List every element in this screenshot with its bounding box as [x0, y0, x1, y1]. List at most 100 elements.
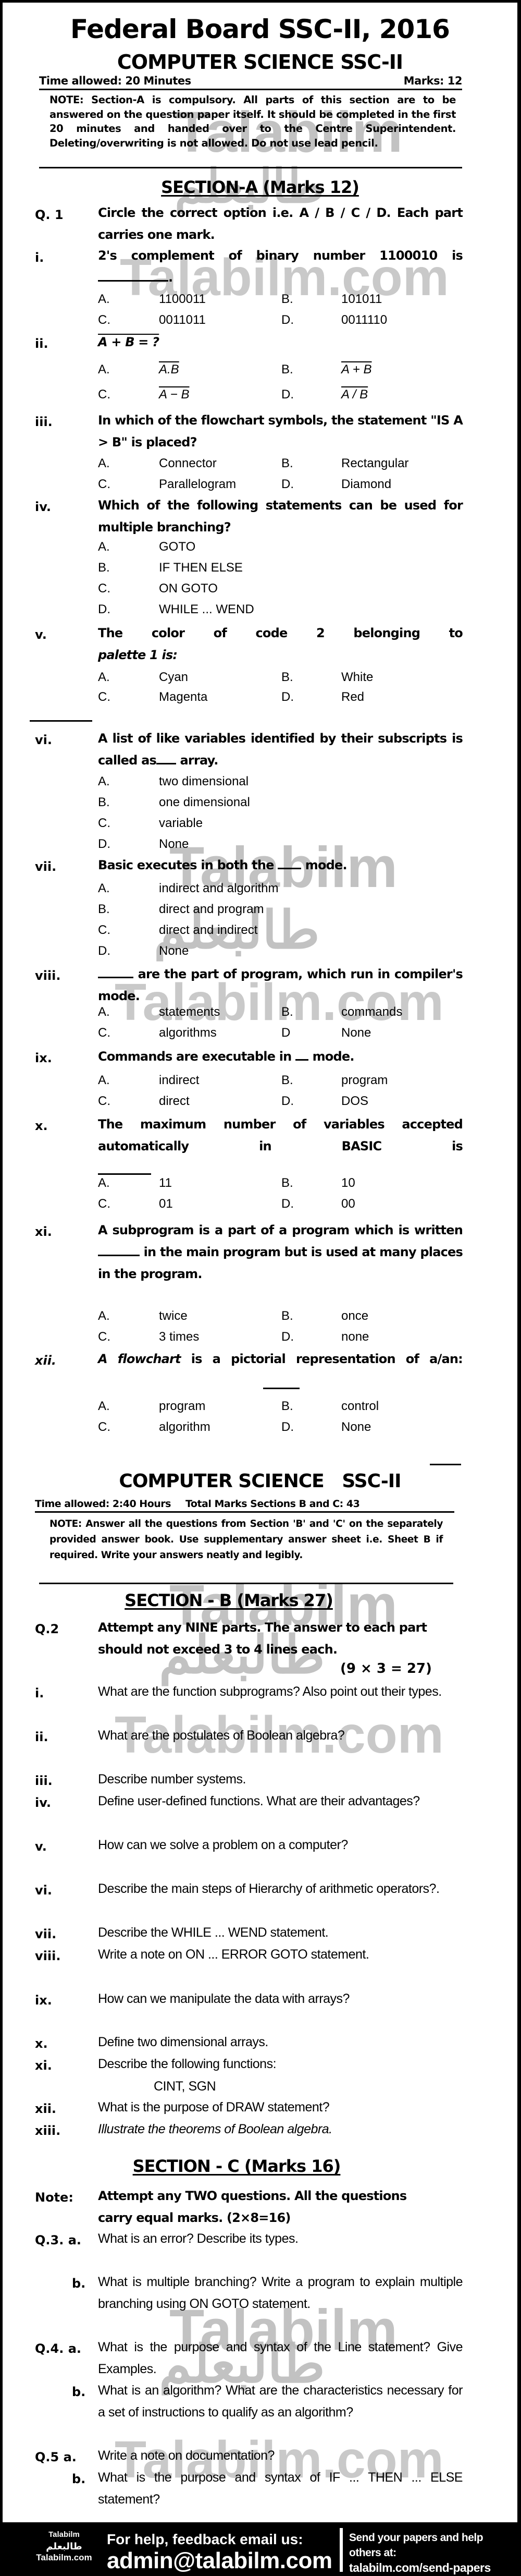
- option-text: 0011011: [159, 313, 206, 327]
- q2-marks: (9 × 3 = 27): [340, 1661, 432, 1676]
- q1-instruction: Circle the correct option i.e. A / B / C…: [98, 205, 463, 242]
- option-letter: B.: [281, 1005, 293, 1019]
- question-number: vi.: [35, 1883, 52, 1898]
- question-text: How can we solve a problem on a computer…: [98, 1838, 348, 1852]
- question-number: viii.: [35, 968, 61, 983]
- answer-blank: [263, 1388, 300, 1389]
- option-letter: D.: [281, 1094, 294, 1108]
- option-text: Rectangular: [341, 456, 409, 470]
- option-letter: B.: [98, 561, 110, 575]
- option-text: A / B: [341, 387, 368, 402]
- option-text: IF THEN ELSE: [159, 561, 243, 575]
- question-number: xiii.: [35, 2123, 61, 2138]
- option-text: None: [341, 1420, 371, 1434]
- question-number: i.: [35, 1686, 44, 1700]
- option-text: indirect: [159, 1073, 200, 1087]
- option-letter: C.: [98, 387, 110, 402]
- option-letter: D.: [281, 1420, 294, 1434]
- option-letter: A.: [98, 1176, 110, 1190]
- option-text: None: [341, 1026, 371, 1040]
- option-text: two dimensional: [159, 774, 249, 788]
- option-letter: D.: [98, 944, 110, 958]
- time-allowed: Time allowed: 20 Minutes: [39, 75, 191, 87]
- option-text: program: [159, 1399, 206, 1413]
- footer-divider: [340, 2528, 343, 2572]
- question-number: Q.4. a.: [35, 2341, 82, 2356]
- option-letter: C.: [98, 1197, 110, 1211]
- question-number: x.: [35, 2036, 48, 2051]
- option-letter: D.: [98, 602, 110, 616]
- question-text: Describe the WHILE ... WEND statement.: [98, 1925, 329, 1940]
- question-number: Q.5 a.: [35, 2450, 77, 2464]
- option-letter: C.: [98, 1026, 110, 1040]
- time-allowed: Time allowed: 2:40 Hours: [35, 1498, 171, 1510]
- option-letter: C.: [98, 477, 110, 491]
- option-letter: C.: [98, 816, 110, 830]
- question-text: In which of the flowchart symbols, the s…: [98, 413, 463, 449]
- divider: [39, 167, 462, 168]
- option-text: A + B: [341, 362, 372, 376]
- option-letter: A.: [98, 774, 110, 788]
- option-letter: B.: [98, 795, 110, 809]
- option-text: once: [341, 1309, 369, 1323]
- question-text: What is an algorithm? What are the chara…: [98, 2383, 463, 2420]
- option-letter: A.: [98, 881, 110, 895]
- time-marks-bar: Time allowed: 2:40 Hours Total Marks Sec…: [35, 1498, 454, 1513]
- question-text: Describe the following functions:: [98, 2057, 277, 2071]
- option-letter: C.: [98, 313, 110, 327]
- option-text: Cyan: [159, 670, 189, 684]
- question-text: Describe number systems.: [98, 1772, 246, 1787]
- question-text: A + B = ?: [98, 335, 159, 349]
- question-text: A list of like variables identified by t…: [98, 731, 463, 768]
- option-letter: D.: [98, 837, 110, 851]
- section-c-heading: SECTION - C (Marks 16): [132, 2156, 341, 2176]
- question-number: i.: [35, 250, 44, 265]
- option-text: 00: [341, 1197, 355, 1211]
- option-letter: A.: [98, 456, 110, 470]
- email-link[interactable]: admin@talabilm.com: [107, 2548, 332, 2574]
- total-marks: Total Marks Sections B and C: 43: [185, 1498, 360, 1510]
- option-text: ON GOTO: [159, 581, 218, 596]
- question-number: b.: [72, 2385, 86, 2399]
- option-letter: B.: [281, 456, 293, 470]
- question-text: What is an error? Describe its types.: [98, 2231, 299, 2246]
- option-letter: A.: [98, 362, 110, 376]
- question-number: xii.: [35, 2101, 57, 2116]
- send-papers-link[interactable]: talabilm.com/send-papers: [349, 2560, 516, 2575]
- question-text: Write a note on documentation?: [98, 2448, 275, 2463]
- option-letter: C.: [98, 690, 110, 704]
- note-label: Note:: [35, 2190, 73, 2205]
- option-text: direct and indirect: [159, 923, 258, 937]
- question-number: vii.: [35, 859, 57, 874]
- question-number: iii.: [35, 1773, 53, 1788]
- option-text: direct and program: [159, 902, 264, 916]
- option-text: GOTO: [159, 540, 196, 554]
- option-text: 1100011: [159, 292, 206, 306]
- question-text: Basic executes in both the mode.: [98, 858, 348, 872]
- question-number: viii.: [35, 1949, 61, 1963]
- question-number: iii.: [35, 415, 53, 429]
- send-label: Send your papers and help others at:: [349, 2532, 483, 2559]
- option-text: 11: [159, 1176, 172, 1190]
- option-letter: A.: [98, 292, 110, 306]
- question-number: xii.: [35, 1353, 57, 1368]
- option-text: A − B: [159, 387, 190, 402]
- question-number: ii.: [35, 1730, 48, 1744]
- subject-title: COMPUTER SCIENCE SSC-II: [119, 1471, 401, 1492]
- paper-title: Federal Board SSC-II, 2016: [70, 14, 450, 44]
- option-text: 101011: [341, 292, 382, 306]
- question-text: A flowchart is a pictorial representatio…: [98, 1352, 463, 1366]
- option-text: program: [341, 1073, 388, 1087]
- option-letter: D.: [281, 1330, 294, 1344]
- option-text: 0011110: [341, 313, 388, 327]
- marks: Marks: 12: [403, 75, 463, 87]
- option-letter: D.: [281, 387, 294, 402]
- question-text: What are the postulates of Boolean algeb…: [98, 1728, 345, 1743]
- option-text: variable: [159, 816, 203, 830]
- option-letter: C.: [98, 1094, 110, 1108]
- brand-arabic: طالبعلم: [46, 2541, 82, 2551]
- divider: [30, 720, 92, 722]
- divider: [39, 1583, 453, 1584]
- q2-instruction: Attempt any NINE parts. The answer to ea…: [98, 1620, 427, 1657]
- option-letter: C.: [98, 1420, 110, 1434]
